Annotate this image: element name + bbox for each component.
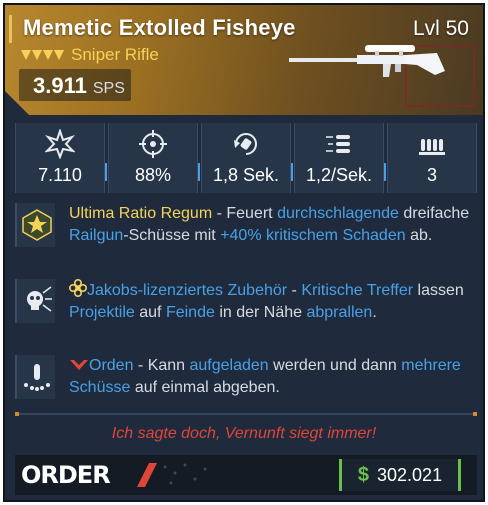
perk-keyword: aufgeladen — [189, 357, 269, 374]
perk-text-seg: -Schüsse mit — [123, 227, 221, 244]
stat-fire-rate-value: 1,2/Sek. — [305, 165, 373, 185]
stat-divider — [291, 163, 293, 181]
flower-glyph-icon — [69, 279, 87, 297]
stats-row: 7.110 88% 1,8 Sek. 1,2/Sek. 3 — [15, 123, 477, 193]
weapon-type: Sniper Rifle — [71, 45, 159, 64]
divider-cap — [473, 412, 477, 416]
stat-reload-value: 1,8 Sek. — [212, 165, 280, 185]
price-value: 302.021 — [377, 464, 443, 485]
weapon-level: Lvl 50 — [412, 17, 469, 40]
stat-magazine-value: 3 — [426, 165, 437, 185]
sniper-rifle-image — [289, 45, 445, 77]
stat-damage-value: 7.110 — [38, 165, 82, 185]
perk-text-seg: lassen — [413, 282, 464, 299]
star-badge-icon — [22, 209, 52, 241]
perk-description: Ultima Ratio Regum - Feuert durchschlage… — [69, 203, 475, 247]
stat-reload: 1,8 Sek. — [201, 123, 293, 193]
perk-text-seg: in der Nähe — [214, 304, 307, 321]
stat-accuracy: 88% — [108, 123, 200, 193]
perk-icon-frame — [15, 279, 55, 323]
flavor-text: Ich sagte doch, Vernunft siegt immer! — [111, 425, 377, 442]
divider-cap — [15, 412, 19, 416]
item-card: Memetic Extolled Fisheye Lvl 50 Sniper R… — [3, 3, 485, 502]
manufacturer-deco-icon — [137, 463, 207, 487]
perk-text-seg: ab. — [405, 227, 433, 244]
stat-damage: 7.110 — [15, 123, 107, 193]
weapon-name: Memetic Extolled Fisheye — [23, 15, 296, 40]
skull-ricochet-icon — [27, 286, 52, 312]
charged-bullet-icon — [24, 364, 50, 391]
chevron-glyph-icon — [70, 360, 88, 370]
perk-orden: Orden - Kann aufgeladen werden und dann … — [15, 355, 477, 403]
magazine-ammo-icon — [419, 139, 445, 155]
perk-text-seg: - Kann — [133, 357, 190, 374]
stat-accuracy-value: 88% — [134, 165, 172, 185]
stat-magazine: 3 — [387, 123, 477, 193]
perk-title: Orden — [89, 357, 134, 374]
stat-divider — [384, 163, 386, 181]
stat-fire-rate: 1,2/Sek. — [294, 123, 386, 193]
reload-time-icon — [234, 133, 257, 155]
rarity-chevrons-icon — [21, 50, 64, 60]
stat-divider — [198, 163, 200, 181]
perk-description: Jakobs-lizenziertes Zubehör - Kritische … — [69, 279, 475, 324]
section-divider — [15, 412, 477, 416]
perk-text-seg: werden und dann — [268, 357, 402, 374]
sps-unit: SPS — [92, 80, 125, 97]
perk-keyword: abprallen — [306, 304, 373, 321]
manufacturer-logo: ORDER — [21, 461, 111, 489]
perk-icon-frame — [15, 355, 55, 399]
rarity-accent — [9, 15, 12, 43]
perk-keyword: durchschlagende — [277, 205, 399, 222]
item-header: Memetic Extolled Fisheye Lvl 50 Sniper R… — [5, 5, 483, 115]
perk-keyword: Feinde — [165, 304, 215, 321]
sps-box: 3.911 SPS — [19, 69, 131, 101]
sps-value: 3.911 — [33, 73, 87, 98]
perk-keyword: Railgun — [69, 227, 124, 244]
perk-title: Jakobs-lizenziertes Zubehör — [87, 282, 288, 299]
perk-text-seg: auf einmal abgeben. — [130, 379, 280, 396]
perk-text-seg: - — [287, 282, 302, 299]
weapon-type-row: Sniper Rifle — [21, 45, 159, 65]
perk-text-seg: . — [372, 304, 377, 321]
perk-icon-frame — [15, 203, 55, 247]
accuracy-crosshair-icon — [139, 130, 167, 158]
damage-burst-icon — [45, 129, 75, 159]
currency-icon: $ — [357, 463, 370, 486]
perk-text-seg: - Feuert — [212, 205, 278, 222]
perk-keyword: Projektile — [69, 304, 135, 321]
price-box: $ 302.021 — [339, 459, 461, 491]
perk-keyword: Kritische Treffer — [301, 282, 414, 299]
perk-description: Orden - Kann aufgeladen werden und dann … — [69, 355, 475, 399]
perk-text-seg: dreifache — [398, 205, 470, 222]
perk-ultima-ratio: Ultima Ratio Regum - Feuert durchschlage… — [15, 203, 477, 271]
stat-divider — [105, 163, 107, 181]
perk-text-seg: auf — [134, 304, 166, 321]
perk-keyword: +40% kritischem Schaden — [220, 227, 406, 244]
bottom-bar: ORDER $ 302.021 — [15, 455, 477, 495]
perk-title: Ultima Ratio Regum — [69, 205, 213, 222]
perk-jakobs-accessory: Jakobs-lizenziertes Zubehör - Kritische … — [15, 279, 477, 347]
fire-rate-icon — [326, 135, 350, 153]
